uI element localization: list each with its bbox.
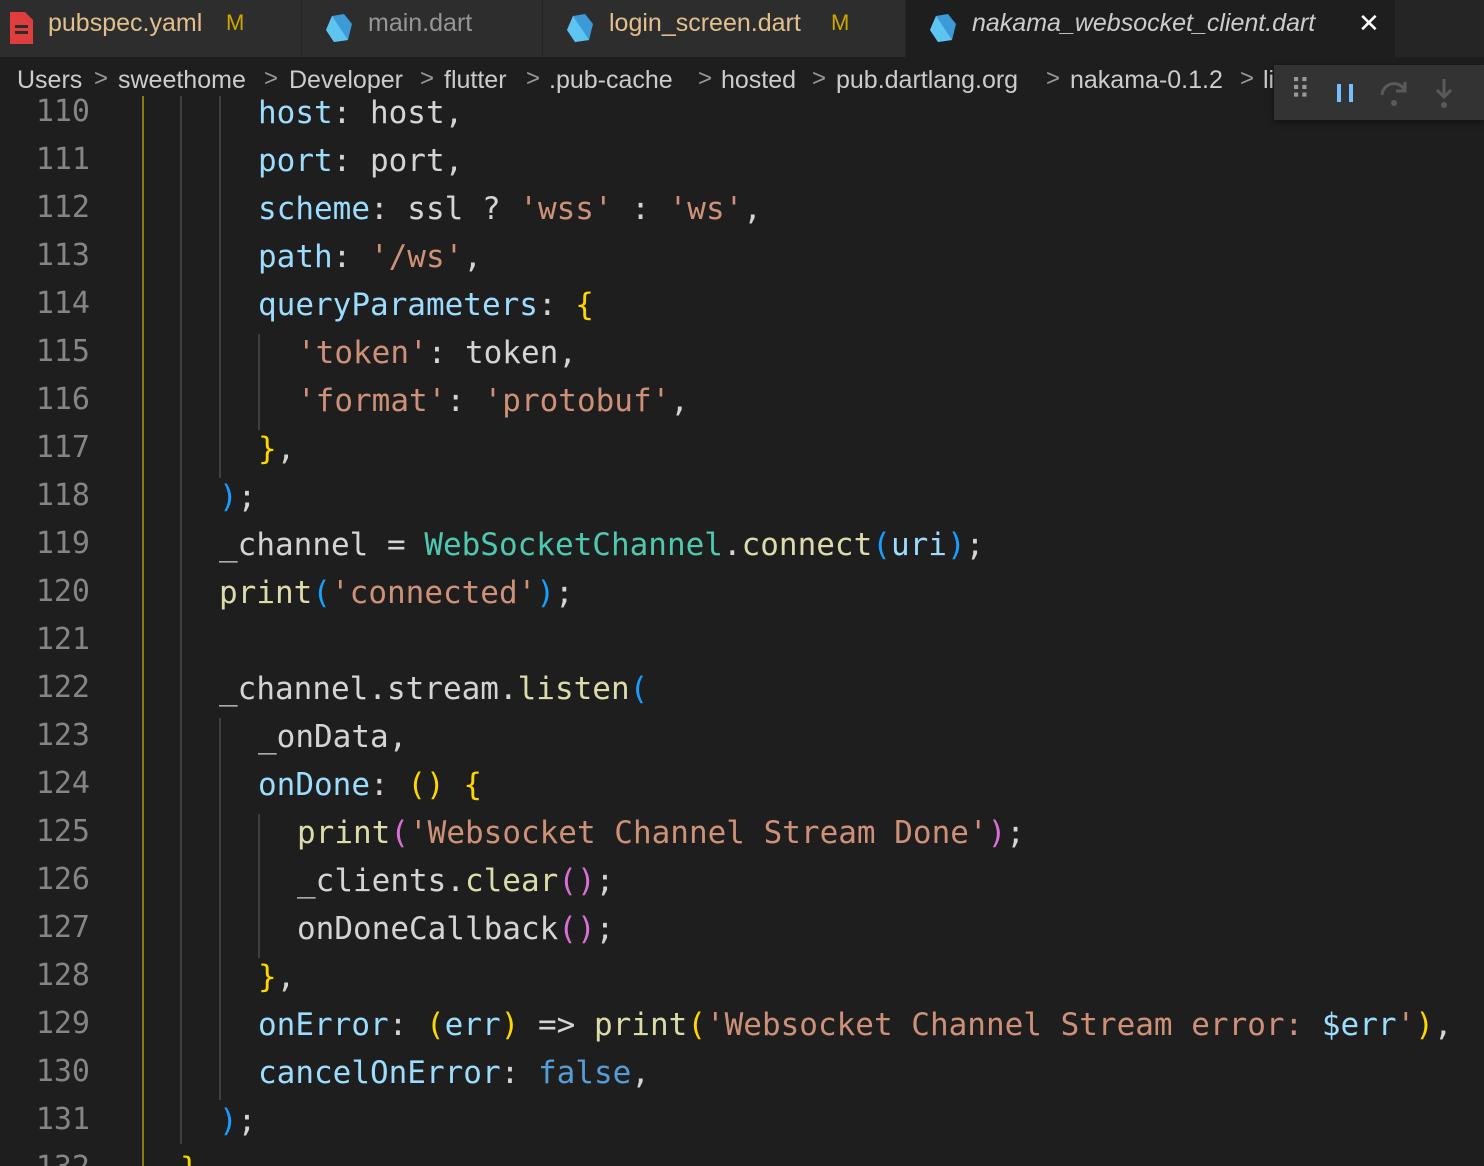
line-number[interactable]: 120 [0, 568, 90, 616]
code-line: cancelOnError: false, [258, 1055, 650, 1091]
code-line: }, [258, 959, 296, 995]
dart-file-icon [326, 14, 352, 42]
tab-main-dart[interactable]: main.dart [302, 0, 543, 57]
indent-guide [258, 334, 260, 430]
indent-guide [142, 96, 144, 1166]
indent-guide [219, 96, 221, 478]
code-line: _channel.stream.listen( [219, 671, 649, 707]
line-number[interactable]: 128 [0, 952, 90, 1000]
dart-file-icon [930, 14, 956, 42]
chevron-right-icon: > [1046, 65, 1061, 92]
code-line: queryParameters: { [258, 287, 594, 323]
tab-label: nakama_websocket_client.dart [972, 9, 1316, 37]
dart-file-icon [567, 14, 593, 42]
breadcrumb-item[interactable]: pub.dartlang.org [836, 66, 1018, 95]
indent-guide [180, 96, 182, 1144]
breadcrumb-item[interactable]: sweethome [118, 66, 246, 95]
code-line: onError: (err) => print('Websocket Chann… [258, 1007, 1453, 1043]
code-line: print('connected'); [219, 575, 574, 611]
line-number[interactable]: 123 [0, 712, 90, 760]
tab-pubspec-yaml[interactable]: pubspec.yaml M [0, 0, 302, 57]
indent-guide [258, 814, 260, 958]
line-number[interactable]: 121 [0, 616, 90, 664]
tab-label: main.dart [368, 9, 473, 37]
line-number[interactable]: 118 [0, 472, 90, 520]
line-number[interactable]: 122 [0, 664, 90, 712]
step-over-icon [1380, 82, 1407, 106]
code-line: 'format': 'protobuf', [297, 383, 689, 419]
chevron-right-icon: > [420, 65, 435, 92]
code-line: _clients.clear(); [297, 863, 615, 899]
line-number[interactable]: 130 [0, 1048, 90, 1096]
modified-badge: M [831, 10, 850, 35]
tab-label: login_screen.dart [609, 9, 801, 37]
line-number[interactable]: 114 [0, 280, 90, 328]
line-number[interactable]: 116 [0, 376, 90, 424]
code-line: path: '/ws', [258, 239, 482, 275]
line-number[interactable]: 131 [0, 1096, 90, 1144]
code-line: onDoneCallback(); [297, 911, 615, 947]
line-number[interactable]: 113 [0, 232, 90, 280]
code-line: onDone: () { [258, 767, 482, 803]
line-number[interactable]: 112 [0, 184, 90, 232]
tab-label: pubspec.yaml [48, 9, 203, 37]
tab-bar: pubspec.yaml M main.dart login_screen.da… [0, 0, 1484, 57]
yaml-file-icon [10, 12, 33, 44]
indent-guide [219, 718, 221, 1100]
step-into-icon [1435, 79, 1453, 108]
code-line: _onData, [258, 719, 408, 755]
line-number[interactable]: 129 [0, 1000, 90, 1048]
breadcrumb-item[interactable]: Developer [289, 66, 403, 95]
code-line: ); [219, 1103, 257, 1139]
line-number[interactable]: 117 [0, 424, 90, 472]
pause-icon[interactable] [1326, 73, 1366, 113]
breadcrumb-item[interactable]: Users [17, 66, 82, 95]
breadcrumb-item[interactable]: flutter [444, 66, 507, 95]
code-line: port: port, [258, 143, 464, 179]
line-number[interactable]: 115 [0, 328, 90, 376]
code-line: host: host, [258, 96, 464, 131]
drag-grip-icon[interactable]: ⠿ [1290, 73, 1311, 106]
modified-badge: M [226, 10, 245, 35]
code-editor[interactable]: 110 111 112 113 114 115 116 117 118 119 120 121 122 1… [0, 96, 1484, 1166]
code-line: ); [219, 479, 257, 515]
chevron-right-icon: > [812, 65, 827, 92]
code-line: _channel = WebSocketChannel.connect(uri)… [219, 527, 985, 563]
tab-login-screen-dart[interactable]: login_screen.dart M [543, 0, 906, 57]
debug-toolbar: ⠿ [1274, 65, 1484, 120]
chevron-right-icon: > [1240, 65, 1255, 92]
tab-nakama-websocket-client-dart[interactable]: nakama_websocket_client.dart ✕ [906, 0, 1396, 57]
code-line: } [180, 1145, 199, 1166]
line-number[interactable]: 126 [0, 856, 90, 904]
breadcrumb-item[interactable]: li [1263, 66, 1274, 95]
chevron-right-icon: > [526, 65, 541, 92]
close-tab-icon[interactable]: ✕ [1358, 8, 1380, 39]
code-line: 'token': token, [297, 335, 577, 371]
chevron-right-icon: > [698, 65, 713, 92]
line-number[interactable]: 124 [0, 760, 90, 808]
breadcrumb-item[interactable]: nakama-0.1.2 [1070, 66, 1223, 95]
code-line: scheme: ssl ? 'wss' : 'ws', [258, 191, 762, 227]
line-number[interactable]: 110 [0, 96, 90, 136]
line-number[interactable]: 125 [0, 808, 90, 856]
breadcrumb-item[interactable]: .pub-cache [549, 66, 673, 95]
line-number[interactable]: 119 [0, 520, 90, 568]
chevron-right-icon: > [94, 65, 109, 92]
line-number[interactable]: 111 [0, 136, 90, 184]
line-number[interactable]: 132 [0, 1144, 90, 1166]
code-line: print('Websocket Channel Stream Done'); [297, 815, 1025, 851]
chevron-right-icon: > [264, 65, 279, 92]
breadcrumb-item[interactable]: hosted [721, 66, 796, 95]
code-line: }, [258, 431, 296, 467]
line-number[interactable]: 127 [0, 904, 90, 952]
